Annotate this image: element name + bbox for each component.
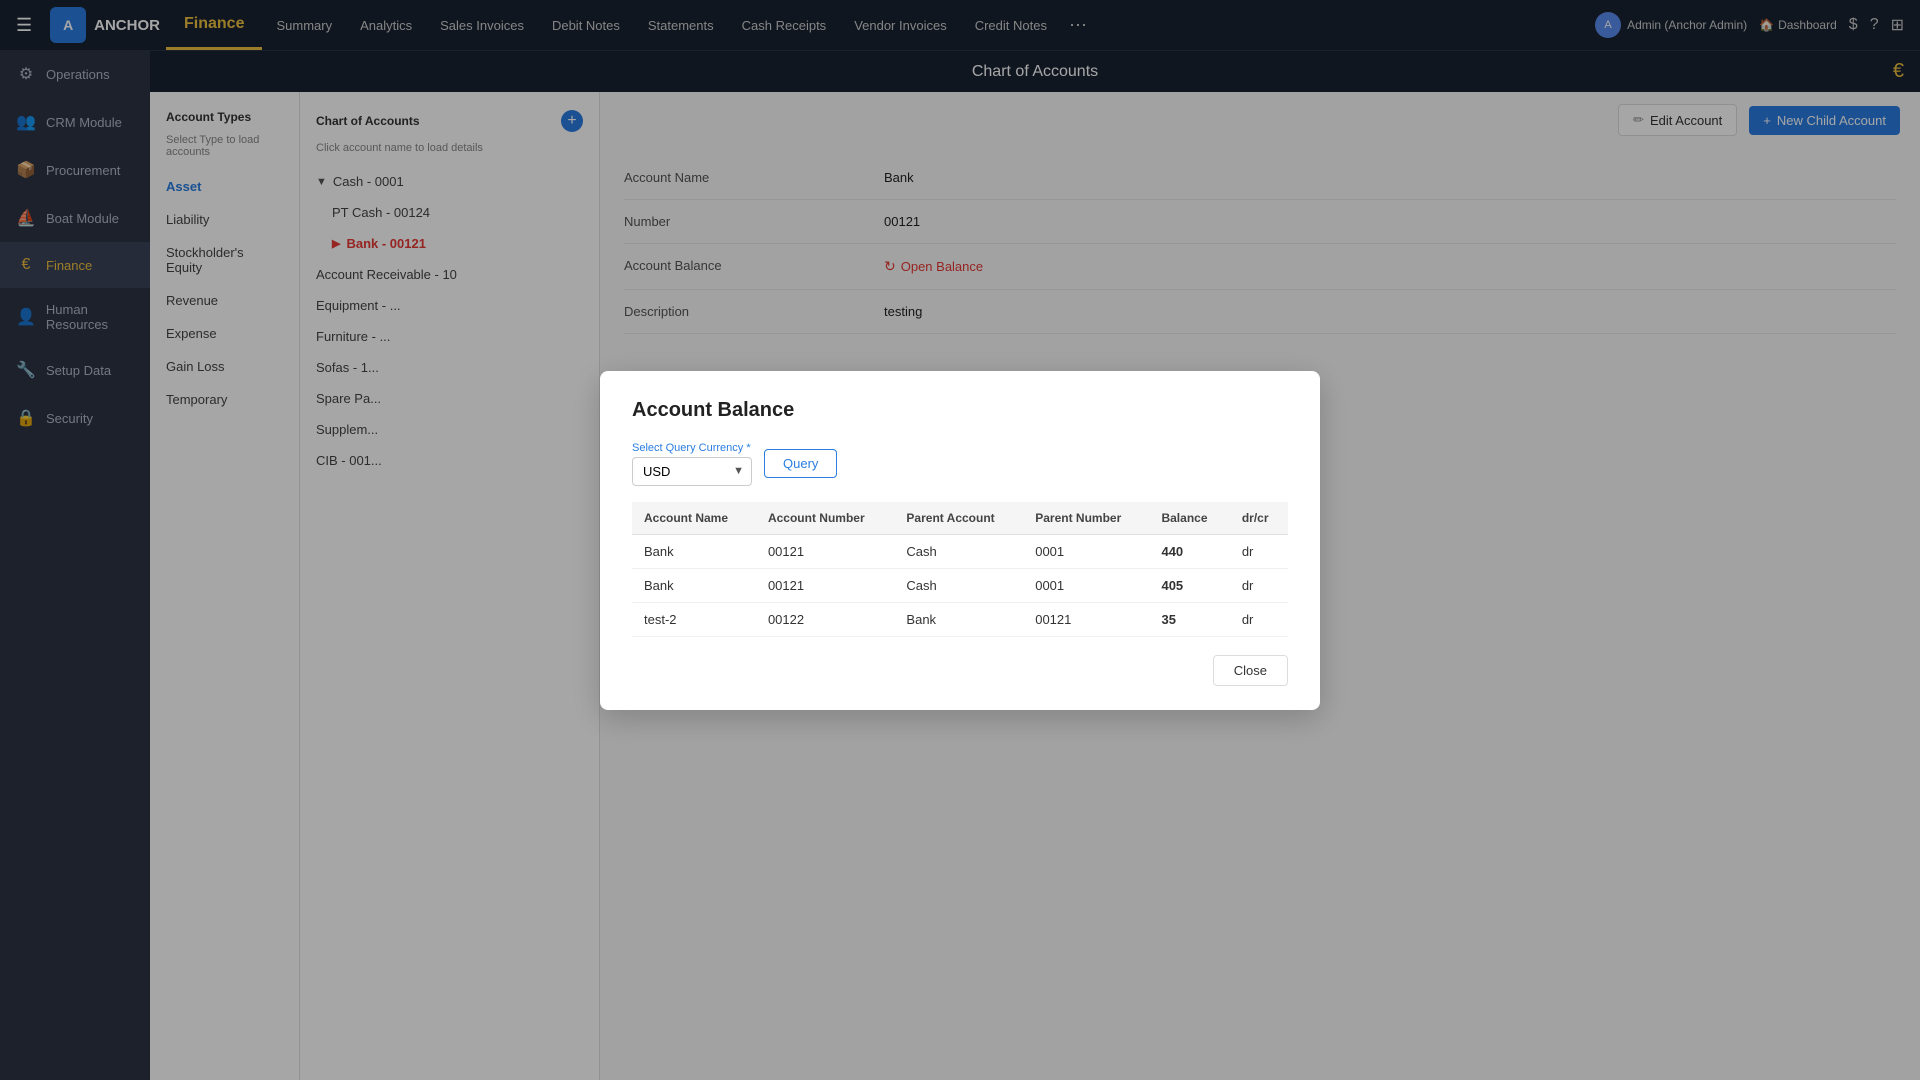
currency-select-wrap: USD EUR GBP ▼: [632, 457, 752, 486]
currency-label: Select Query Currency *: [632, 442, 752, 454]
cell-account-name: Bank: [632, 568, 756, 602]
cell-balance: 405: [1149, 568, 1229, 602]
col-header-parent-number: Parent Number: [1023, 502, 1149, 535]
query-button[interactable]: Query: [764, 449, 837, 478]
cell-parent-account: Cash: [894, 568, 1023, 602]
cell-drcr: dr: [1230, 568, 1288, 602]
col-header-account-number: Account Number: [756, 502, 894, 535]
cell-parent-account: Cash: [894, 534, 1023, 568]
cell-balance: 35: [1149, 602, 1229, 636]
cell-parent-number: 0001: [1023, 568, 1149, 602]
cell-parent-account: Bank: [894, 602, 1023, 636]
cell-parent-number: 0001: [1023, 534, 1149, 568]
table-row: test-2 00122 Bank 00121 35 dr: [632, 602, 1288, 636]
col-header-balance: Balance: [1149, 502, 1229, 535]
close-button[interactable]: Close: [1213, 655, 1288, 686]
table-row: Bank 00121 Cash 0001 405 dr: [632, 568, 1288, 602]
account-balance-modal: Account Balance Select Query Currency * …: [600, 371, 1320, 710]
cell-account-number: 00121: [756, 534, 894, 568]
modal-title: Account Balance: [632, 399, 1288, 422]
cell-account-number: 00122: [756, 602, 894, 636]
modal-form-row: Select Query Currency * USD EUR GBP ▼ Qu…: [632, 442, 1288, 486]
currency-select[interactable]: USD EUR GBP: [632, 457, 752, 486]
cell-drcr: dr: [1230, 534, 1288, 568]
cell-balance: 440: [1149, 534, 1229, 568]
col-header-drcr: dr/cr: [1230, 502, 1288, 535]
cell-account-name: test-2: [632, 602, 756, 636]
currency-field-group: Select Query Currency * USD EUR GBP ▼: [632, 442, 752, 486]
table-row: Bank 00121 Cash 0001 440 dr: [632, 534, 1288, 568]
col-header-account-name: Account Name: [632, 502, 756, 535]
cell-account-name: Bank: [632, 534, 756, 568]
cell-parent-number: 00121: [1023, 602, 1149, 636]
modal-footer: Close: [632, 655, 1288, 686]
modal-overlay: Account Balance Select Query Currency * …: [0, 0, 1920, 1080]
table-header-row: Account Name Account Number Parent Accou…: [632, 502, 1288, 535]
cell-account-number: 00121: [756, 568, 894, 602]
balance-table: Account Name Account Number Parent Accou…: [632, 502, 1288, 637]
col-header-parent-account: Parent Account: [894, 502, 1023, 535]
cell-drcr: dr: [1230, 602, 1288, 636]
